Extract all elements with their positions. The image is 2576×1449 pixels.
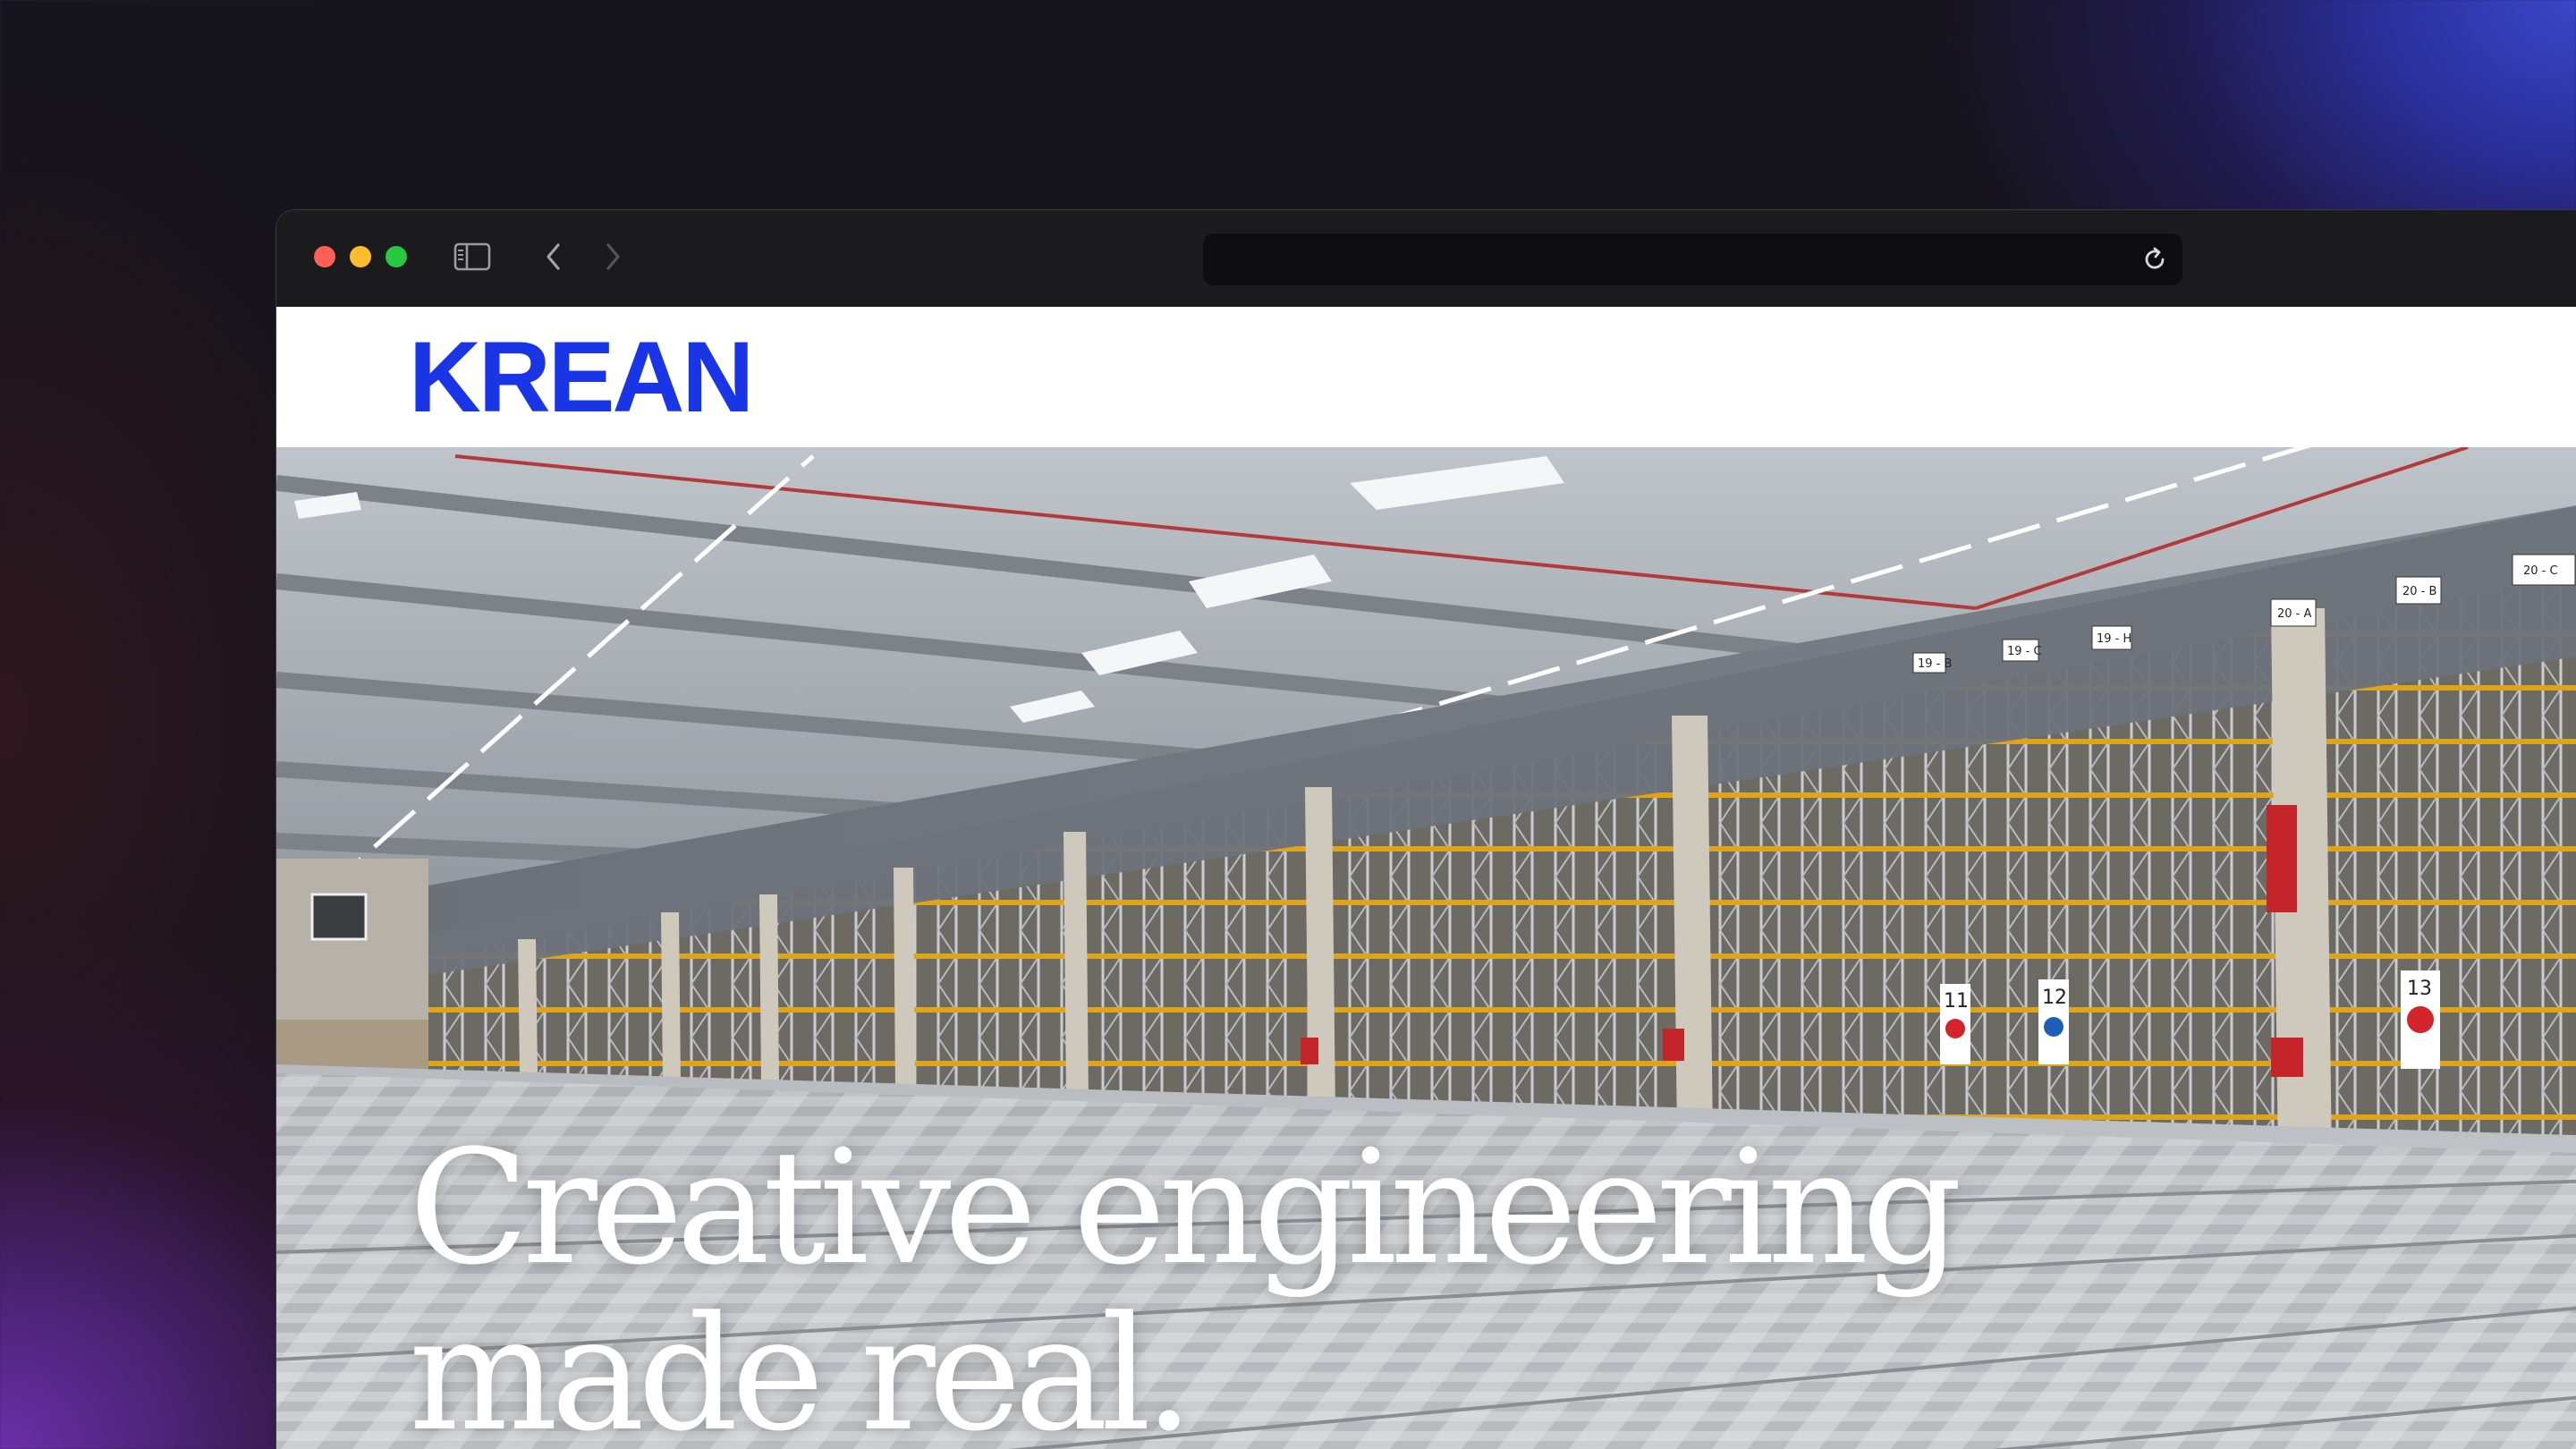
aisle-sign: 19 - C	[2007, 645, 2042, 658]
reload-icon[interactable]	[2141, 246, 2168, 273]
aisle-sign: 20 - C	[2523, 564, 2558, 578]
hero-headline-line1: Creative engineering	[409, 1116, 1962, 1300]
door-number: 13	[2407, 978, 2432, 1000]
hero-headline: Creative engineering made real.	[409, 1125, 2377, 1449]
close-window-button[interactable]	[314, 246, 335, 267]
web-page: KREAN 20 - A 20 - B 20 - C 19 - B 19 - C…	[276, 307, 2576, 1449]
hero-headline-line2: made real.	[409, 1283, 1194, 1449]
back-icon[interactable]	[536, 237, 572, 276]
aisle-sign: 19 - H	[2097, 632, 2131, 646]
site-logo[interactable]: KREAN	[409, 325, 754, 430]
site-header: KREAN	[276, 307, 2576, 447]
minimize-window-button[interactable]	[350, 246, 371, 267]
hero-section: 20 - A 20 - B 20 - C 19 - B 19 - C 19 - …	[276, 447, 2576, 1449]
forward-icon[interactable]	[595, 237, 631, 276]
zoom-window-button[interactable]	[386, 246, 407, 267]
door-number: 11	[1944, 990, 1969, 1013]
address-bar[interactable]	[1203, 233, 2182, 285]
browser-window: KREAN 20 - A 20 - B 20 - C 19 - B 19 - C…	[275, 209, 2576, 1449]
aisle-sign: 20 - A	[2277, 607, 2311, 621]
door-number: 12	[2042, 987, 2067, 1009]
sidebar-icon[interactable]	[452, 237, 493, 276]
browser-toolbar	[276, 210, 2576, 307]
aisle-sign: 20 - B	[2402, 585, 2436, 598]
aisle-sign: 19 - B	[1918, 657, 1952, 671]
